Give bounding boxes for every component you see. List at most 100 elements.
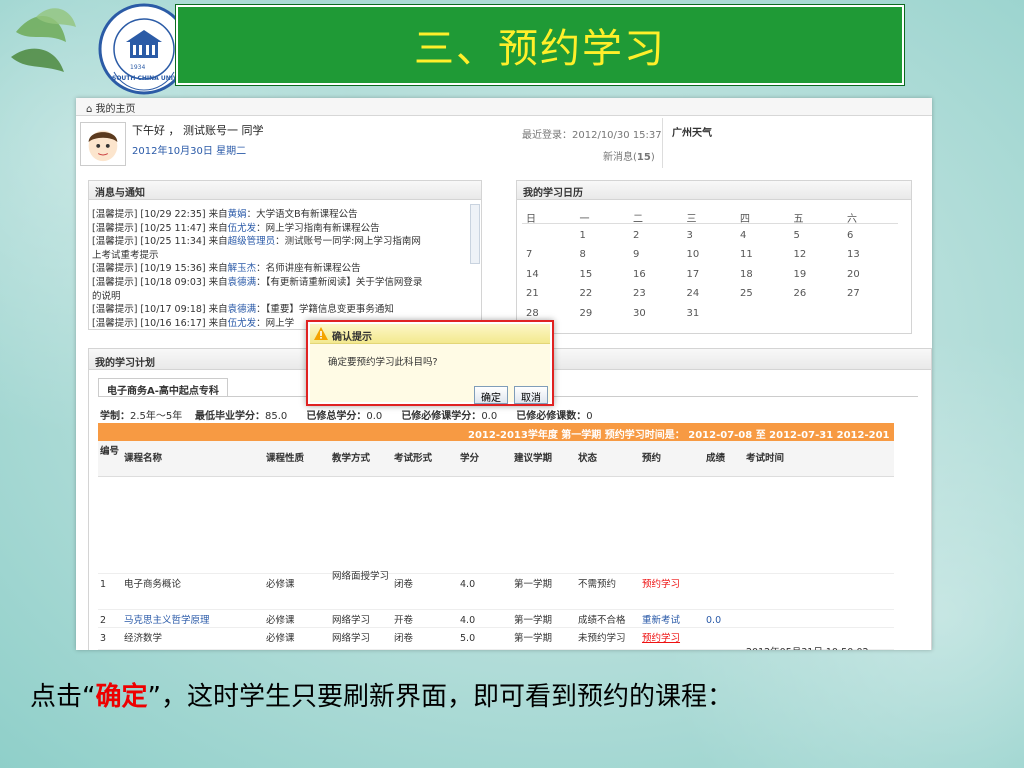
calendar-day[interactable]: 28	[526, 308, 566, 319]
calendar-day[interactable]: 6	[847, 230, 887, 241]
notice-item[interactable]: [温馨提示] [10/25 11:47] 来自伍尤发：网上学习指南有新课程公告	[92, 222, 466, 236]
calendar-day[interactable]: 5	[794, 230, 834, 241]
notice-item[interactable]: [温馨提示] [10/17 09:18] 来自袁德满：【重要】学籍信息变更事务通…	[92, 303, 466, 317]
table-cell: 1	[100, 579, 107, 590]
notice-prefix: 上考试重考提示	[92, 249, 159, 261]
table-cell: 网络面授学习	[332, 571, 390, 582]
calendar-day[interactable]: 22	[580, 288, 620, 299]
notice-prefix: [温馨提示] [10/18 09:03] 来自	[92, 276, 228, 288]
required-value: 0.0	[481, 411, 498, 422]
calendar-day[interactable]: 31	[687, 308, 727, 319]
calendar-day[interactable]: 23	[633, 288, 673, 299]
table-cell: 未预约学习	[578, 633, 626, 644]
calendar-day[interactable]: 17	[687, 269, 727, 280]
calendar-day[interactable]: 25	[740, 288, 780, 299]
calendar-weekday: 六	[847, 214, 857, 225]
dialog-ok-button[interactable]: 确定	[474, 386, 508, 404]
calendar-day[interactable]: 14	[526, 269, 566, 280]
notice-item[interactable]: [温馨提示] [10/25 11:34] 来自超级管理员：测试账号一同学:网上学…	[92, 235, 466, 249]
notice-sender[interactable]: 伍尤发	[228, 223, 257, 234]
calendar-day[interactable]: 29	[580, 308, 620, 319]
calendar-weekday: 四	[740, 214, 750, 225]
table-cell: 必修课	[266, 615, 295, 626]
notice-prefix: [温馨提示] [10/19 15:36] 来自	[92, 263, 228, 275]
calendar-weekday: 日	[526, 214, 536, 225]
notice-sender[interactable]: 袁德满	[228, 304, 257, 315]
dialog-cancel-button[interactable]: 取消	[514, 386, 548, 404]
calendar-day[interactable]: 21	[526, 288, 566, 299]
warning-icon	[314, 327, 328, 340]
notice-prefix: 的说明	[92, 290, 121, 302]
logo-year: 1934	[130, 64, 146, 71]
calendar-day[interactable]: 18	[740, 269, 780, 280]
booking-link[interactable]: 重新考试	[642, 614, 704, 627]
calendar-day[interactable]: 1	[580, 230, 620, 241]
calendar-day[interactable]: 19	[794, 269, 834, 280]
calendar-day[interactable]: 8	[580, 249, 620, 260]
home-icon: ⌂	[86, 104, 93, 115]
caption-suffix: ”，这时学生只要刷新界面，即可看到预约的课程：	[147, 682, 733, 712]
notice-sender[interactable]: 解玉杰	[228, 263, 257, 274]
table-cell: 第一学期	[514, 615, 553, 626]
new-messages-link[interactable]: 新消息(15)	[603, 148, 655, 163]
calendar-day[interactable]: 27	[847, 288, 887, 299]
column-header: 成绩	[706, 453, 726, 464]
calendar-day[interactable]: 4	[740, 230, 780, 241]
calendar-day[interactable]: 11	[740, 249, 780, 260]
earned-value: 0.0	[366, 411, 383, 422]
req-count-value: 0	[586, 411, 593, 422]
notice-text: ：网上学	[256, 317, 295, 329]
req-count-label: 已修必修课数：	[516, 411, 587, 422]
dialog-message: 确定要预约学习此科目吗?	[328, 357, 438, 368]
caption-prefix: 点击“	[30, 682, 96, 712]
table-cell: 不需预约	[578, 579, 617, 590]
notice-item[interactable]: [温馨提示] [10/29 22:35] 来自黄娟：大学语文B有新课程公告	[92, 208, 466, 222]
notice-sender[interactable]: 超级管理员	[228, 236, 276, 247]
column-header: 状态	[578, 453, 598, 464]
table-cell: 网络学习	[332, 615, 371, 626]
tab-home-label: 我的主页	[95, 104, 136, 115]
calendar-day[interactable]: 10	[687, 249, 727, 260]
notice-sender[interactable]: 袁德满	[228, 277, 257, 288]
slide-caption: 点击“确定”，这时学生只要刷新界面，即可看到预约的课程：	[30, 676, 733, 713]
table-cell: 第一学期	[514, 633, 553, 644]
notice-sender[interactable]: 黄娟	[228, 209, 247, 220]
notices-scrollbar[interactable]	[470, 204, 480, 264]
calendar-weekday: 三	[686, 214, 697, 225]
notice-prefix: [温馨提示] [10/17 09:18] 来自	[92, 304, 228, 316]
calendar-day[interactable]: 2	[633, 230, 673, 241]
plan-table: 编号 课程名称 课程性质 教学方式 考试形式 学分 建议学期 状态 预约 成绩 考试时间 1 电子商务概…	[76, 441, 932, 650]
course-link[interactable]: 马克思主义哲学原理	[124, 614, 264, 627]
xuezhi-value: 2.5年～5年	[130, 411, 183, 422]
table-cell: 成绩不合格	[578, 615, 626, 626]
calendar-weekday: 五	[793, 214, 804, 225]
calendar-day[interactable]: 20	[847, 269, 887, 280]
tab-plan-major[interactable]: 电子商务A-高中起点专科	[98, 378, 228, 397]
caption-highlight: 确定	[95, 682, 148, 712]
calendar-day[interactable]: 7	[526, 249, 566, 260]
table-cell: 开卷	[394, 615, 414, 626]
calendar-day[interactable]: 3	[687, 230, 727, 241]
table-cell: 必修课	[266, 633, 295, 644]
notice-sender[interactable]: 伍尤发	[228, 318, 257, 329]
notice-text: ：名师讲座有新课程公告	[256, 263, 361, 275]
calendar-day[interactable]: 15	[580, 269, 620, 280]
column-header: 课程性质	[266, 453, 305, 464]
booking-period-banner: 2012-2013学年度 第一学期 预约学习时间是： 2012-07-08 至 …	[98, 423, 894, 441]
calendar-day[interactable]: 12	[794, 249, 834, 260]
booking-link[interactable]: 预约学习	[642, 578, 704, 591]
tab-home[interactable]: ⌂ 我的主页	[80, 100, 142, 115]
notice-item[interactable]: [温馨提示] [10/19 15:36] 来自解玉杰：名师讲座有新课程公告	[92, 262, 466, 276]
calendar-title: 我的学习日历	[516, 180, 912, 200]
notice-item[interactable]: [温馨提示] [10/18 09:03] 来自袁德满：【有更新请重新阅读】关于学…	[92, 276, 466, 290]
calendar-day[interactable]: 16	[633, 269, 673, 280]
calendar-day[interactable]: 9	[633, 249, 673, 260]
calendar-day[interactable]: 24	[687, 288, 727, 299]
booking-link[interactable]: 预约学习	[642, 632, 704, 645]
dialog-header: 确认提示	[310, 324, 550, 344]
earned-label: 已修总学分：	[306, 411, 367, 422]
table-cell: 经济数学	[124, 633, 163, 644]
calendar-day[interactable]: 30	[633, 308, 673, 319]
calendar-day[interactable]: 13	[847, 249, 887, 260]
calendar-day[interactable]: 26	[794, 288, 834, 299]
